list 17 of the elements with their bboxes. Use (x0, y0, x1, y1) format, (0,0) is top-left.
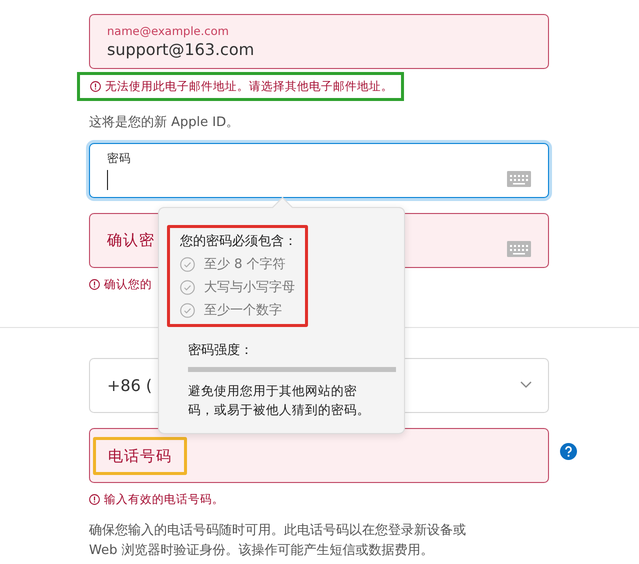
tooltip-title: 您的密码必须包含： (180, 233, 297, 250)
field-label: 确认密 (107, 231, 155, 250)
apple-id-note: 这将是您的新 Apple ID。 (89, 114, 240, 131)
error-message: 确认您的 (104, 277, 152, 292)
field-value: support@163.com (107, 40, 254, 59)
requirement-text: 至少一个数字 (204, 302, 282, 319)
field-label: 电话号码 (108, 446, 172, 464)
select-value: +86 ( (107, 376, 152, 395)
requirement-text: 至少 8 个字符 (204, 256, 286, 273)
error-message: 无法使用此电子邮件地址。请选择其他电子邮件地址。 (105, 79, 393, 94)
error-message: 输入有效的电话号码。 (104, 492, 224, 507)
strength-label: 密码强度： (188, 342, 254, 359)
phone-note: 确保您输入的电话号码随时可用。此电话号码以在您登录新设备或 Web 浏览器时验证身份。该操作可能产生短信或数据费用。 (89, 522, 467, 560)
field-label: 密码 (107, 151, 132, 166)
field-label: name@example.com (107, 24, 230, 38)
password-advice: 避免使用您用于其他网站的密码，或易于被他人猜到的密码。 (188, 382, 371, 419)
requirement-text: 大写与小写字母 (204, 279, 295, 296)
